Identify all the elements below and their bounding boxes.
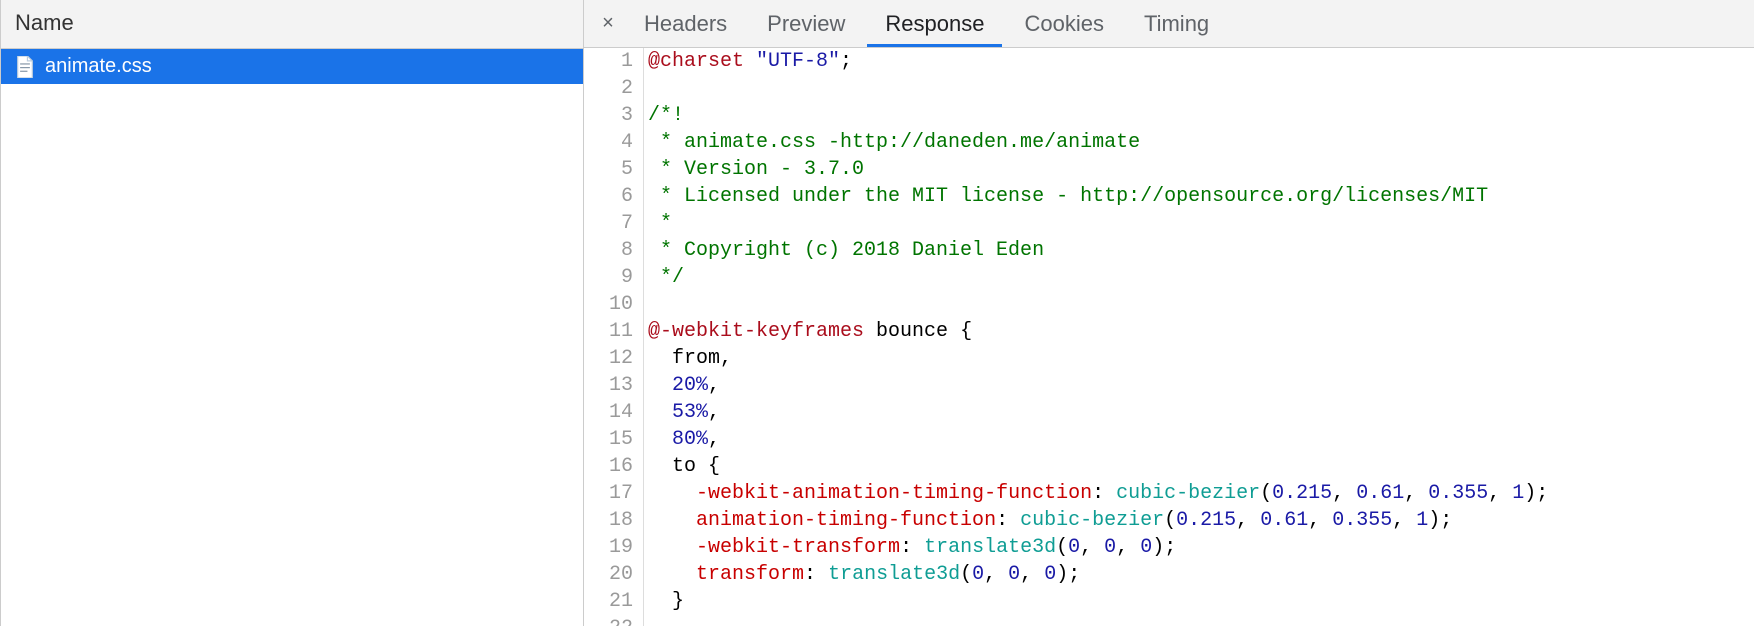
devtools-network-panel: Name animate.css × HeadersPreviewRespons… — [0, 0, 1754, 626]
code-content[interactable]: @charset "UTF-8"; /*! * animate.css -htt… — [644, 48, 1548, 626]
code-line: from, — [648, 345, 1548, 372]
line-number: 9 — [584, 264, 635, 291]
code-line: * Version - 3.7.0 — [648, 156, 1548, 183]
line-number: 19 — [584, 534, 635, 561]
line-number: 1 — [584, 48, 635, 75]
request-list-panel: Name animate.css — [1, 0, 584, 626]
line-number: 10 — [584, 291, 635, 318]
column-header-name[interactable]: Name — [1, 0, 583, 49]
code-line — [648, 291, 1548, 318]
code-line: * Copyright (c) 2018 Daniel Eden — [648, 237, 1548, 264]
code-line: -webkit-animation-timing-function: cubic… — [648, 480, 1548, 507]
code-line: 53%, — [648, 399, 1548, 426]
code-line: * Licensed under the MIT license - http:… — [648, 183, 1548, 210]
line-number: 17 — [584, 480, 635, 507]
response-body[interactable]: 12345678910111213141516171819202122 @cha… — [584, 48, 1754, 626]
line-number: 14 — [584, 399, 635, 426]
code-line: animation-timing-function: cubic-bezier(… — [648, 507, 1548, 534]
line-number: 13 — [584, 372, 635, 399]
line-number: 22 — [584, 615, 635, 626]
line-number: 6 — [584, 183, 635, 210]
line-number: 2 — [584, 75, 635, 102]
details-tab-bar: × HeadersPreviewResponseCookiesTiming — [584, 0, 1754, 48]
tab-response[interactable]: Response — [867, 0, 1002, 47]
line-number-gutter: 12345678910111213141516171819202122 — [584, 48, 644, 626]
file-icon — [15, 56, 35, 78]
code-line: 80%, — [648, 426, 1548, 453]
code-line: transform: translate3d(0, 0, 0); — [648, 561, 1548, 588]
line-number: 18 — [584, 507, 635, 534]
code-line: 20%, — [648, 372, 1548, 399]
line-number: 3 — [584, 102, 635, 129]
line-number: 5 — [584, 156, 635, 183]
line-number: 11 — [584, 318, 635, 345]
code-line — [648, 75, 1548, 102]
line-number: 20 — [584, 561, 635, 588]
code-line: * — [648, 210, 1548, 237]
code-line: -webkit-transform: translate3d(0, 0, 0); — [648, 534, 1548, 561]
tab-timing[interactable]: Timing — [1126, 0, 1227, 47]
line-number: 12 — [584, 345, 635, 372]
code-line — [648, 615, 1548, 626]
request-details-panel: × HeadersPreviewResponseCookiesTiming 12… — [584, 0, 1754, 626]
line-number: 21 — [584, 588, 635, 615]
code-line: */ — [648, 264, 1548, 291]
line-number: 16 — [584, 453, 635, 480]
code-line: * animate.css -http://daneden.me/animate — [648, 129, 1548, 156]
tab-preview[interactable]: Preview — [749, 0, 863, 47]
tab-cookies[interactable]: Cookies — [1006, 0, 1121, 47]
code-line: @charset "UTF-8"; — [648, 48, 1548, 75]
code-line: @-webkit-keyframes bounce { — [648, 318, 1548, 345]
code-line: } — [648, 588, 1548, 615]
request-list: animate.css — [1, 49, 583, 626]
line-number: 15 — [584, 426, 635, 453]
line-number: 7 — [584, 210, 635, 237]
code-line: /*! — [648, 102, 1548, 129]
request-name: animate.css — [45, 55, 152, 78]
line-number: 4 — [584, 129, 635, 156]
line-number: 8 — [584, 237, 635, 264]
code-line: to { — [648, 453, 1548, 480]
close-icon[interactable]: × — [592, 8, 624, 39]
request-row[interactable]: animate.css — [1, 49, 583, 84]
tab-headers[interactable]: Headers — [626, 0, 745, 47]
